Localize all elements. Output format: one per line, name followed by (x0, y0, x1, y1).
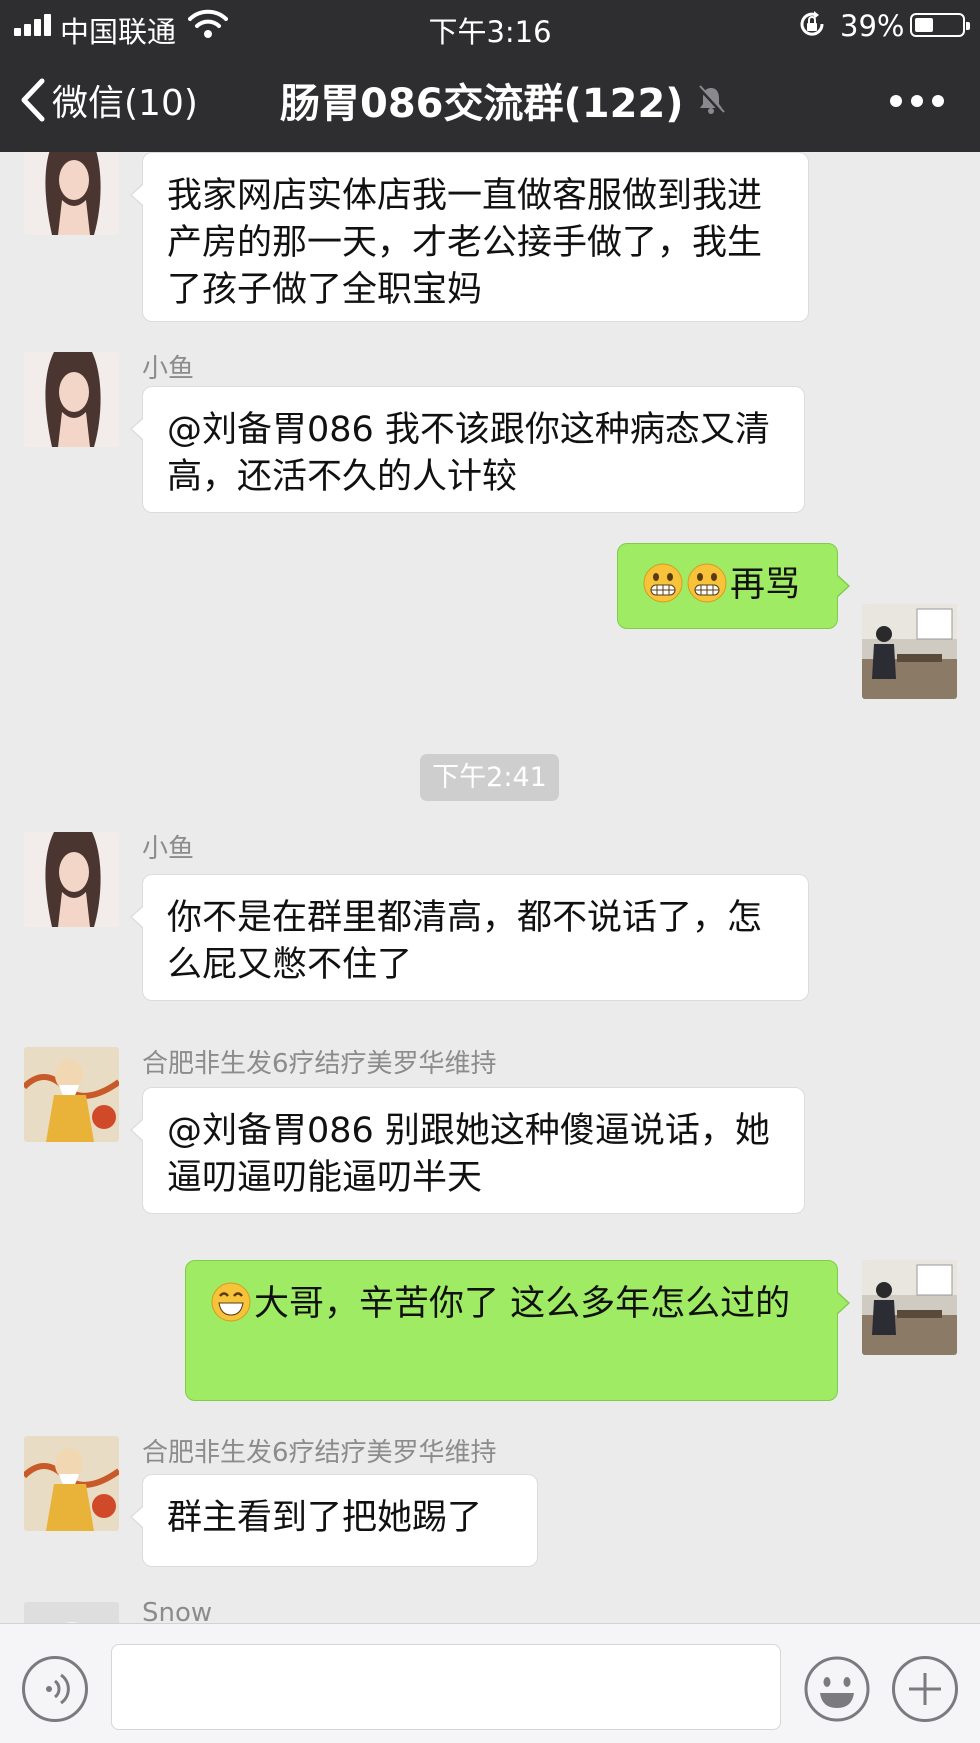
sender-name: 合肥非生发6疗结疗美罗华维持 (142, 1438, 497, 1468)
nav-bar: 微信(10) 肠胃086交流群(122) (0, 50, 980, 152)
top-bar: 中国联通 下午3:16 39% 微信(10) 肠胃086交流群(122) (0, 0, 980, 152)
message-text: 大哥，辛苦你了 这么多年怎么过的 (254, 1284, 791, 1324)
voice-button[interactable] (22, 1656, 88, 1722)
avatar[interactable] (24, 1602, 119, 1623)
message-bubble[interactable]: 你不是在群里都清高，都不说话了，怎么屁又憋不住了 (130, 874, 809, 1001)
avatar[interactable] (24, 152, 119, 235)
grin-emoji-icon (211, 1282, 251, 1322)
my-message-bubble[interactable]: 大哥，辛苦你了 这么多年怎么过的 (185, 1260, 850, 1401)
more-options-button[interactable] (890, 90, 950, 114)
voice-icon (46, 1673, 70, 1705)
back-label: 微信(10) (52, 83, 198, 124)
message-text: @刘备胃086 别跟她这种傻逼说话，她逼叨逼叨能逼叨半天 (167, 1111, 770, 1198)
grimace-emoji-icon (687, 563, 727, 603)
status-bar: 中国联通 下午3:16 39% (0, 0, 980, 50)
message-text: @刘备胃086 我不该跟你这种病态又清高，还活不久的人计较 (167, 410, 770, 497)
chat-area[interactable]: 我家网店实体店我一直做客服做到我进产房的那一天，才老公接手做了，我生了孩子做了全… (0, 152, 980, 1623)
sender-name: Snow (142, 1598, 213, 1623)
grimace-emoji-icon (643, 563, 683, 603)
plus-icon (909, 1673, 941, 1705)
chevron-left-icon (21, 78, 45, 122)
chat-title-wrap: 肠胃086交流群(122) (280, 72, 726, 128)
message-input[interactable] (111, 1644, 781, 1730)
my-message-bubble[interactable]: 再骂 (617, 543, 850, 629)
my-avatar[interactable] (862, 604, 957, 699)
add-more-button[interactable] (892, 1656, 958, 1722)
emoji-button[interactable] (804, 1656, 870, 1722)
sender-name: 合肥非生发6疗结疗美罗华维持 (142, 1049, 497, 1079)
my-avatar[interactable] (862, 1260, 957, 1355)
avatar[interactable] (24, 1047, 119, 1142)
status-time: 下午3:16 (428, 15, 552, 49)
time-divider: 下午2:41 (420, 754, 559, 801)
message-bubble[interactable]: @刘备胃086 别跟她这种傻逼说话，她逼叨逼叨能逼叨半天 (130, 1087, 805, 1214)
message-text: 你不是在群里都清高，都不说话了，怎么屁又憋不住了 (167, 898, 763, 985)
avatar[interactable] (24, 352, 119, 447)
back-button[interactable]: 微信(10) (20, 70, 198, 130)
message-bubble[interactable]: 群主看到了把她踢了 (130, 1474, 538, 1567)
mute-bell-icon (697, 85, 725, 115)
message-bubble[interactable]: @刘备胃086 我不该跟你这种病态又清高，还活不久的人计较 (130, 386, 805, 513)
message-text: 群主看到了把她踢了 (167, 1498, 483, 1538)
message-text: 再骂 (730, 565, 801, 605)
message-text: 我家网店实体店我一直做客服做到我进产房的那一天，才老公接手做了，我生了孩子做了全… (167, 176, 763, 310)
rotation-lock-icon (800, 11, 824, 36)
message-bubble[interactable]: 我家网店实体店我一直做客服做到我进产房的那一天，才老公接手做了，我生了孩子做了全… (130, 152, 809, 322)
input-bar (0, 1623, 980, 1743)
page-title: 肠胃086交流群(122) (280, 81, 684, 127)
avatar[interactable] (24, 832, 119, 927)
sender-name: 小鱼 (142, 834, 195, 864)
battery-icon (910, 13, 970, 37)
sender-name: 小鱼 (142, 354, 195, 384)
avatar[interactable] (24, 1436, 119, 1531)
battery-percent: 39% (840, 9, 905, 43)
